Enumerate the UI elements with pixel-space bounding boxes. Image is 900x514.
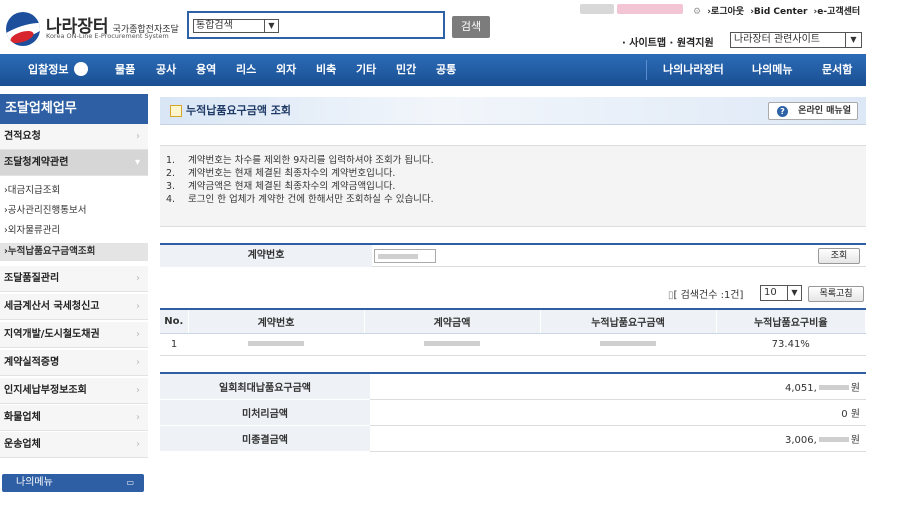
search-input[interactable]: 통합검색 ▼	[187, 11, 445, 39]
nav-item-private[interactable]: 민간	[396, 54, 416, 86]
page-title: 누적납품요구금액 조회	[186, 104, 292, 117]
nav-item-other[interactable]: 기타	[356, 54, 376, 86]
cell-cumulative-amount	[540, 333, 716, 356]
nav-item-goods[interactable]: 물품	[115, 54, 135, 86]
nav-item-common[interactable]: 공통	[436, 54, 456, 86]
search-submit-button[interactable]: 조회	[818, 248, 860, 264]
sidebar-sub-payment[interactable]: ›대금지급조회	[0, 182, 148, 200]
sidebar-item-stamp-tax[interactable]: 인지세납부정보조회 ›	[0, 378, 148, 404]
search-button[interactable]: 검색	[452, 16, 490, 38]
logo-mark[interactable]	[6, 12, 40, 46]
nav-item-stockpile[interactable]: 비축	[316, 54, 336, 86]
summary-row: 일회최대납품요구금액 4,051, 원	[160, 373, 866, 400]
related-site-select[interactable]: 나라장터 관련사이트 ▼	[730, 32, 862, 48]
contract-number-input[interactable]	[374, 249, 436, 263]
logo-subtitle: Korea ON-Line E-Procurement System	[46, 32, 169, 40]
summary-row: 미종결금액 3,006, 원	[160, 425, 866, 452]
summary-value: 3,006, 원	[370, 425, 866, 452]
col-contract-number: 계약번호	[188, 309, 365, 334]
main-nav: 입찰정보 물품 공사 용역 리스 외자 비축 기타 민간 공통 나의나라장터 나…	[0, 54, 866, 86]
chevron-right-icon: ›	[136, 131, 140, 142]
mouse-icon	[74, 62, 89, 76]
gear-icon: ⚙	[693, 7, 702, 17]
col-cumulative-amount: 누적납품요구금액	[540, 309, 717, 334]
top-links: ⚙ ›로그아웃 ›Bid Center ›e-고객센터	[690, 4, 860, 17]
summary-table: 일회최대납품요구금액 4,051, 원 미처리금액 0 원 미종결금액 3,006…	[160, 372, 866, 452]
sidebar-item-transport[interactable]: 운송업체 ›	[0, 432, 148, 458]
nav-divider	[646, 60, 647, 80]
chevron-right-icon: ›	[136, 385, 140, 396]
notice-item: 2. 계약번호는 현재 체결된 최종차수의 계약번호입니다.	[166, 168, 396, 179]
chevron-down-icon: ▼	[787, 286, 801, 300]
chevron-right-icon: ›	[136, 412, 140, 423]
user-info: .... ....	[580, 4, 683, 14]
pencil-icon	[170, 105, 182, 117]
sidebar-item-tax-invoice[interactable]: 세금계산서 국세청신고 ›	[0, 294, 148, 320]
logout-link[interactable]: ›로그아웃	[707, 7, 744, 17]
cell-no: 1	[160, 333, 188, 356]
search-scope-select[interactable]: 통합검색 ▼	[193, 19, 279, 33]
result-count: ▯[ 검색건수 :1건]	[668, 290, 744, 301]
nav-item-document-box[interactable]: 문서함	[822, 54, 852, 86]
collapse-icon: ▭	[126, 478, 134, 487]
sidebar-heading: 조달업체업무	[0, 94, 148, 124]
sidebar-sub-construction-report[interactable]: ›공사관리진행통보서	[0, 202, 148, 220]
summary-label: 미처리금액	[160, 399, 370, 426]
customer-center-link[interactable]: ›e-고객센터	[814, 7, 861, 17]
table-header: No. 계약번호 계약금액 누적납품요구금액 누적납품요구비율	[160, 309, 866, 334]
help-icon: ?	[777, 106, 788, 117]
notice-item: 3. 계약금액은 현재 체결된 최종차수의 계약금액입니다.	[166, 181, 396, 192]
nav-item-bid-info[interactable]: 입찰정보	[28, 54, 89, 86]
col-contract-amount: 계약금액	[364, 309, 541, 334]
cell-contract-number[interactable]	[188, 333, 364, 356]
nav-item-construction[interactable]: 공사	[156, 54, 176, 86]
col-no: No.	[160, 309, 189, 334]
page-title-bar: 누적납품요구금액 조회	[160, 97, 866, 125]
sidebar-sub-foreign-logistics[interactable]: ›외자물류관리	[0, 222, 148, 240]
page-size-select[interactable]: 10 ▼	[760, 285, 802, 301]
results-table: No. 계약번호 계약금액 누적납품요구금액 누적납품요구비율 1 73.41%	[160, 308, 866, 356]
sidebar-item-quote-request[interactable]: 견적요청 ›	[0, 124, 148, 150]
cell-cumulative-ratio: 73.41%	[716, 333, 866, 356]
chevron-right-icon: ›	[136, 329, 140, 340]
my-menu-button[interactable]: 나의메뉴 ▭	[2, 474, 144, 492]
nav-item-my-menu[interactable]: 나의메뉴	[752, 54, 792, 86]
chevron-down-icon: ▾	[134, 157, 140, 168]
summary-label: 일회최대납품요구금액	[160, 373, 370, 400]
nav-item-lease[interactable]: 리스	[236, 54, 256, 86]
sidebar-sub-cumulative-delivery[interactable]: ›누적납품요구금액조회	[0, 243, 148, 261]
summary-value: 0 원	[370, 399, 866, 426]
contract-search-form: 계약번호 조회	[160, 243, 866, 267]
summary-label: 미종결금액	[160, 425, 370, 452]
online-manual-button[interactable]: ? 온라인 매뉴얼	[768, 102, 858, 120]
nav-item-my-narajangteo[interactable]: 나의나라장터	[663, 54, 724, 86]
sidebar-item-quality[interactable]: 조달품질관리 ›	[0, 266, 148, 292]
nav-item-service[interactable]: 용역	[196, 54, 216, 86]
cell-contract-amount	[364, 333, 540, 356]
chevron-down-icon: ▼	[264, 20, 278, 32]
notice-item: 4. 로그인 한 업체가 계약한 건에 한해서만 조회하실 수 있습니다.	[166, 194, 434, 205]
sidebar-item-freight[interactable]: 화물업체 ›	[0, 405, 148, 431]
bid-center-link[interactable]: ›Bid Center	[750, 7, 807, 17]
nav-item-foreign[interactable]: 외자	[276, 54, 296, 86]
chevron-right-icon: ›	[136, 301, 140, 312]
chevron-right-icon: ›	[136, 357, 140, 368]
chevron-right-icon: ›	[136, 439, 140, 450]
chevron-right-icon: ›	[136, 273, 140, 284]
summary-row: 미처리금액 0 원	[160, 399, 866, 426]
col-cumulative-ratio: 누적납품요구비율	[716, 309, 866, 334]
notice-item: 1. 계약번호는 차수를 제외한 9자리를 입력하셔야 조회가 됩니다.	[166, 155, 434, 166]
sidebar-item-performance-cert[interactable]: 계약실적증명 ›	[0, 350, 148, 376]
sidebar-item-contract[interactable]: 조달청계약관련 ▾	[0, 150, 148, 176]
chevron-down-icon: ▼	[845, 33, 861, 47]
util-links[interactable]: · 사이트맵 · 원격지원	[622, 34, 714, 49]
table-row[interactable]: 1 73.41%	[160, 333, 866, 356]
notice-box: 1. 계약번호는 차수를 제외한 9자리를 입력하셔야 조회가 됩니다. 2. 계약…	[160, 145, 866, 227]
contract-number-label: 계약번호	[160, 245, 372, 267]
summary-value: 4,051, 원	[370, 373, 866, 400]
sidebar-item-bonds[interactable]: 지역개발/도시철도채권 ›	[0, 322, 148, 348]
refresh-list-button[interactable]: 목록고침	[808, 286, 864, 302]
